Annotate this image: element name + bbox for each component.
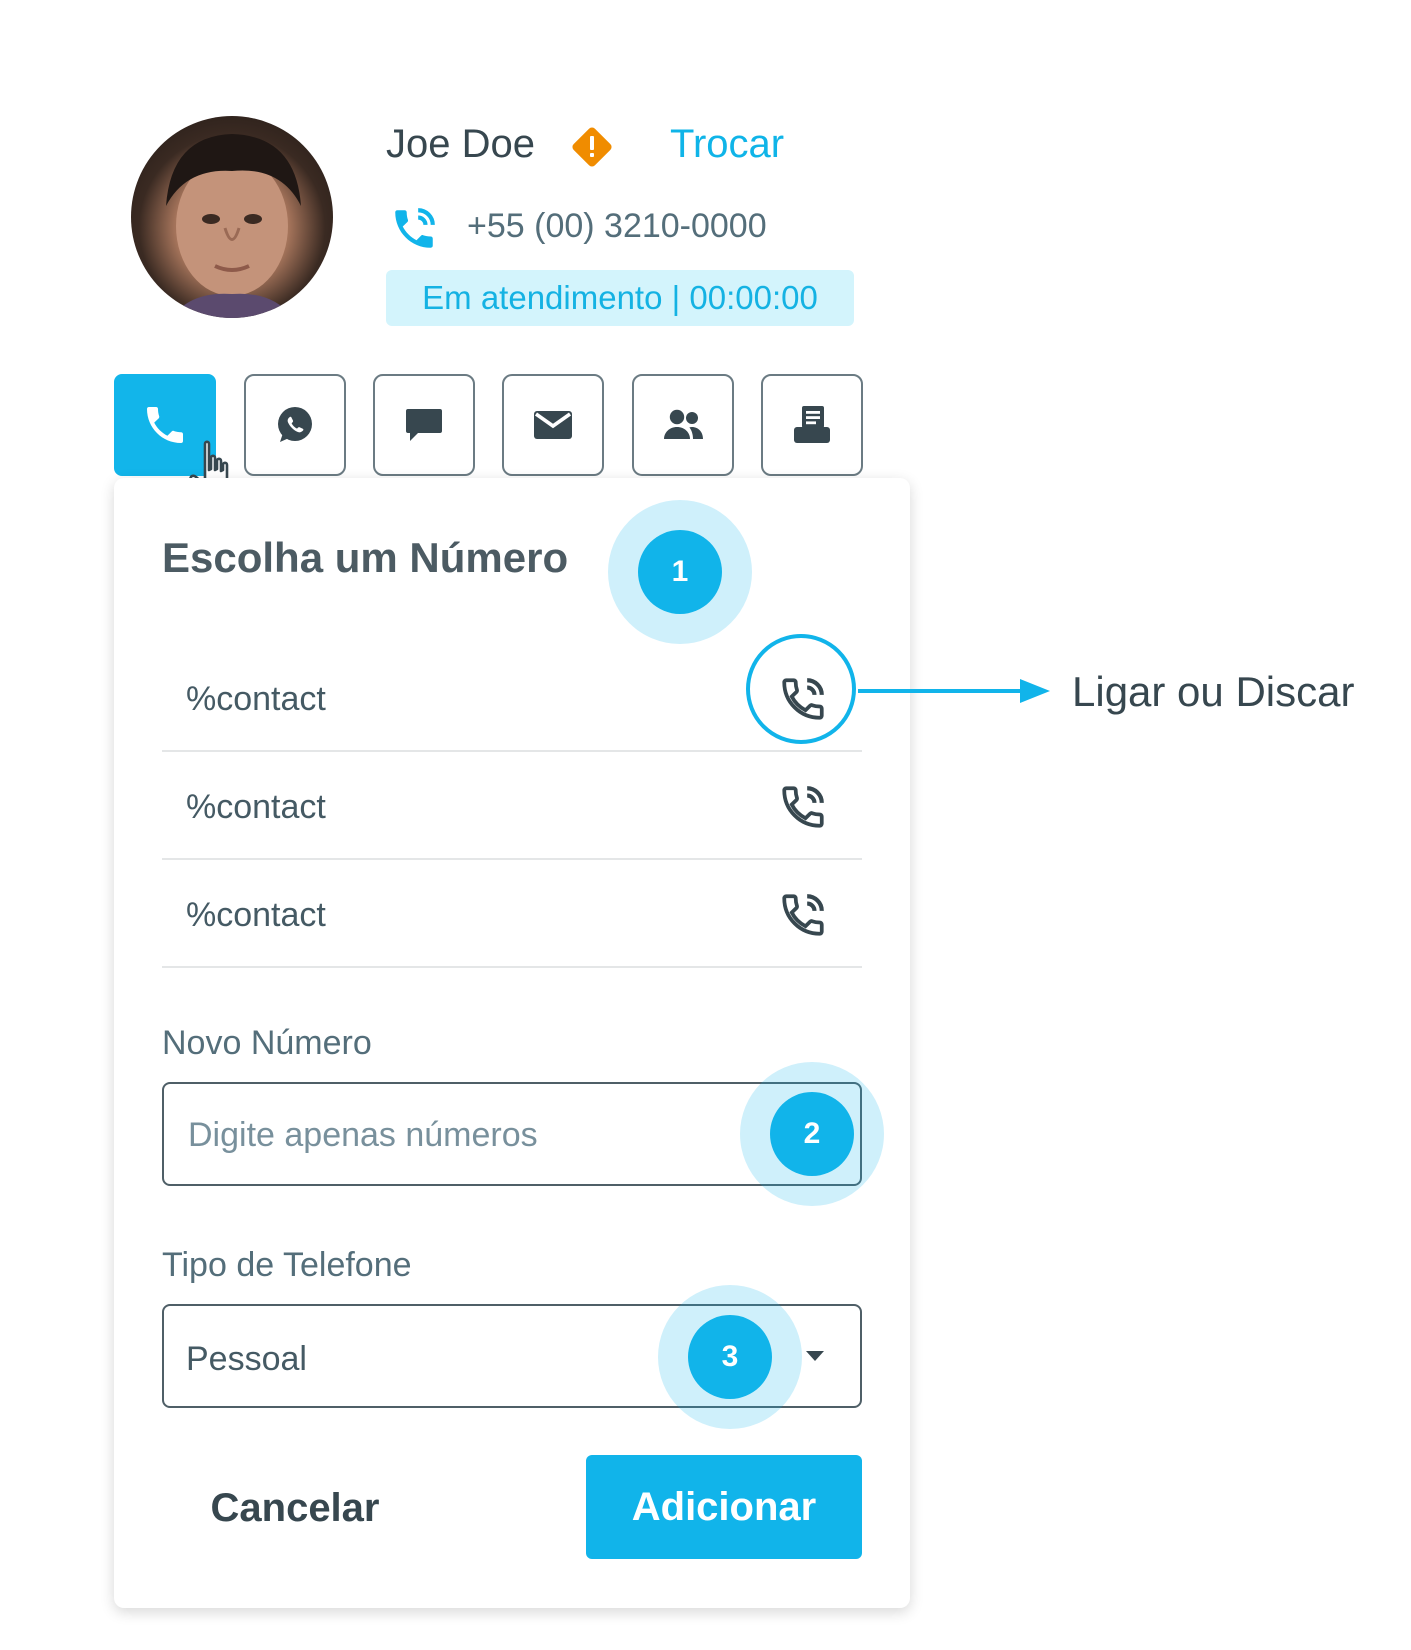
step-2-badge: 2 bbox=[770, 1092, 854, 1176]
fax-icon bbox=[794, 406, 830, 443]
new-number-label: Novo Número bbox=[162, 1024, 372, 1062]
number-row[interactable]: %contact bbox=[162, 752, 862, 860]
step-3-badge: 3 bbox=[688, 1315, 772, 1399]
users-icon bbox=[664, 409, 703, 439]
step-1-badge: 1 bbox=[638, 530, 722, 614]
panel-title: Escolha um Número bbox=[162, 534, 569, 581]
tab-fax[interactable] bbox=[761, 374, 863, 476]
number-row[interactable]: %contact bbox=[162, 860, 862, 968]
status-badge: Em atendimento | 00:00:00 bbox=[386, 270, 854, 326]
call-annotation-label: Ligar ou Discar bbox=[1072, 668, 1355, 715]
warning-icon bbox=[569, 124, 615, 170]
phone-type-label: Tipo de Telefone bbox=[162, 1246, 412, 1284]
call-icon[interactable] bbox=[778, 890, 828, 940]
contact-phone-number: +55 (00) 3210-0000 bbox=[467, 207, 767, 245]
add-button[interactable]: Adicionar bbox=[586, 1455, 862, 1559]
swap-contact-link[interactable]: Trocar bbox=[670, 122, 784, 167]
annotation-arrow-line bbox=[858, 689, 1024, 693]
contact-name: Joe Doe bbox=[386, 122, 535, 166]
new-number-input[interactable] bbox=[186, 1110, 710, 1160]
tab-chat[interactable] bbox=[373, 374, 475, 476]
chevron-down-icon[interactable] bbox=[806, 1351, 824, 1361]
number-label: %contact bbox=[186, 896, 326, 934]
contact-avatar bbox=[131, 116, 333, 318]
number-label: %contact bbox=[186, 680, 326, 718]
phone-ringing-icon bbox=[389, 204, 439, 254]
chat-icon bbox=[406, 409, 442, 441]
call-icon[interactable] bbox=[778, 782, 828, 832]
avatar-photo bbox=[166, 134, 301, 318]
number-label: %contact bbox=[186, 788, 326, 826]
tab-whatsapp[interactable] bbox=[244, 374, 346, 476]
tab-contacts[interactable] bbox=[632, 374, 734, 476]
whatsapp-icon bbox=[278, 407, 312, 442]
call-highlight-ring bbox=[746, 634, 856, 744]
annotation-arrow-head bbox=[1020, 679, 1050, 703]
tab-email[interactable] bbox=[502, 374, 604, 476]
email-icon bbox=[534, 411, 572, 439]
phone-type-value: Pessoal bbox=[186, 1340, 307, 1378]
phone-icon bbox=[147, 407, 183, 443]
cancel-button[interactable]: Cancelar bbox=[190, 1458, 400, 1558]
